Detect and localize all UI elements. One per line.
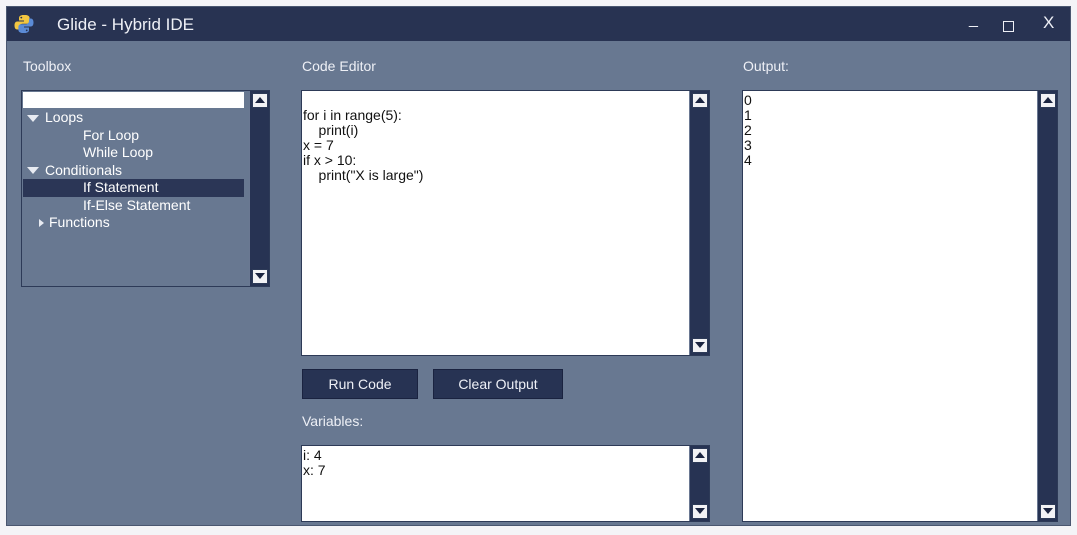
tree-item[interactable]: While Loop xyxy=(23,144,244,162)
close-button[interactable]: X xyxy=(1043,13,1054,33)
variables-label: Variables: xyxy=(302,413,364,429)
tree-item-label: For Loop xyxy=(83,126,140,143)
expanded-triangle-icon[interactable] xyxy=(27,114,39,122)
tree-item-label: If Statement xyxy=(83,179,159,195)
code-editor[interactable]: for i in range(5): print(i) x = 7 if x >… xyxy=(301,90,710,356)
scroll-up-arrow-icon[interactable] xyxy=(692,93,708,108)
tree-item-label: Loops xyxy=(45,109,84,125)
output-label: Output: xyxy=(743,58,789,74)
minimize-button[interactable]: _ xyxy=(969,11,978,29)
output-panel[interactable]: 0 1 2 3 4 xyxy=(742,90,1058,522)
tree-item[interactable]: For Loop xyxy=(23,127,244,145)
scroll-up-arrow-icon[interactable] xyxy=(252,93,268,108)
ide-window: Glide - Hybrid IDE _ X Toolbox Loops For … xyxy=(6,6,1071,526)
tree-item[interactable]: Loops xyxy=(23,109,244,127)
variables-scrollbar[interactable] xyxy=(689,446,709,521)
code-editor-label: Code Editor xyxy=(302,58,376,74)
python-logo-icon xyxy=(14,15,34,33)
tree-header-row xyxy=(23,92,244,108)
variables-panel[interactable]: i: 4 x: 7 xyxy=(301,445,710,522)
scroll-up-arrow-icon[interactable] xyxy=(1040,93,1056,108)
variables-text: i: 4 x: 7 xyxy=(303,447,326,478)
expanded-triangle-icon[interactable] xyxy=(27,167,39,175)
tree-item-label: Conditionals xyxy=(45,161,123,178)
tree-item[interactable]: Conditionals xyxy=(23,162,244,180)
tree-item[interactable]: If-Else Statement xyxy=(23,197,244,215)
run-code-button[interactable]: Run Code xyxy=(302,369,418,399)
scroll-down-arrow-icon[interactable] xyxy=(692,504,708,519)
code-editor-text[interactable]: for i in range(5): print(i) x = 7 if x >… xyxy=(303,93,423,183)
toolbox-scrollbar[interactable] xyxy=(249,91,269,286)
tree-item-label: Functions xyxy=(49,214,110,230)
scroll-down-arrow-icon[interactable] xyxy=(252,269,268,284)
title-bar: Glide - Hybrid IDE _ X xyxy=(7,7,1070,41)
maximize-button[interactable] xyxy=(1003,21,1014,32)
tree-item[interactable]: Functions xyxy=(23,214,244,232)
toolbox-tree[interactable]: Loops For Loop While Loop Conditionals If St… xyxy=(23,109,244,232)
collapsed-triangle-icon[interactable] xyxy=(39,219,44,228)
tree-item[interactable]: If Statement xyxy=(23,179,244,197)
toolbox-tree-panel[interactable]: Loops For Loop While Loop Conditionals If St… xyxy=(21,90,270,287)
code-editor-scrollbar[interactable] xyxy=(689,91,709,355)
toolbox-label: Toolbox xyxy=(23,58,72,74)
output-text: 0 1 2 3 4 xyxy=(744,92,752,168)
output-scrollbar[interactable] xyxy=(1037,91,1057,521)
scroll-up-arrow-icon[interactable] xyxy=(692,448,708,463)
scroll-down-arrow-icon[interactable] xyxy=(692,338,708,353)
scroll-down-arrow-icon[interactable] xyxy=(1040,504,1056,519)
window-title: Glide - Hybrid IDE xyxy=(57,15,194,34)
tree-item-label: If-Else Statement xyxy=(83,196,191,213)
tree-item-label: While Loop xyxy=(83,144,154,160)
clear-output-button[interactable]: Clear Output xyxy=(433,369,563,399)
